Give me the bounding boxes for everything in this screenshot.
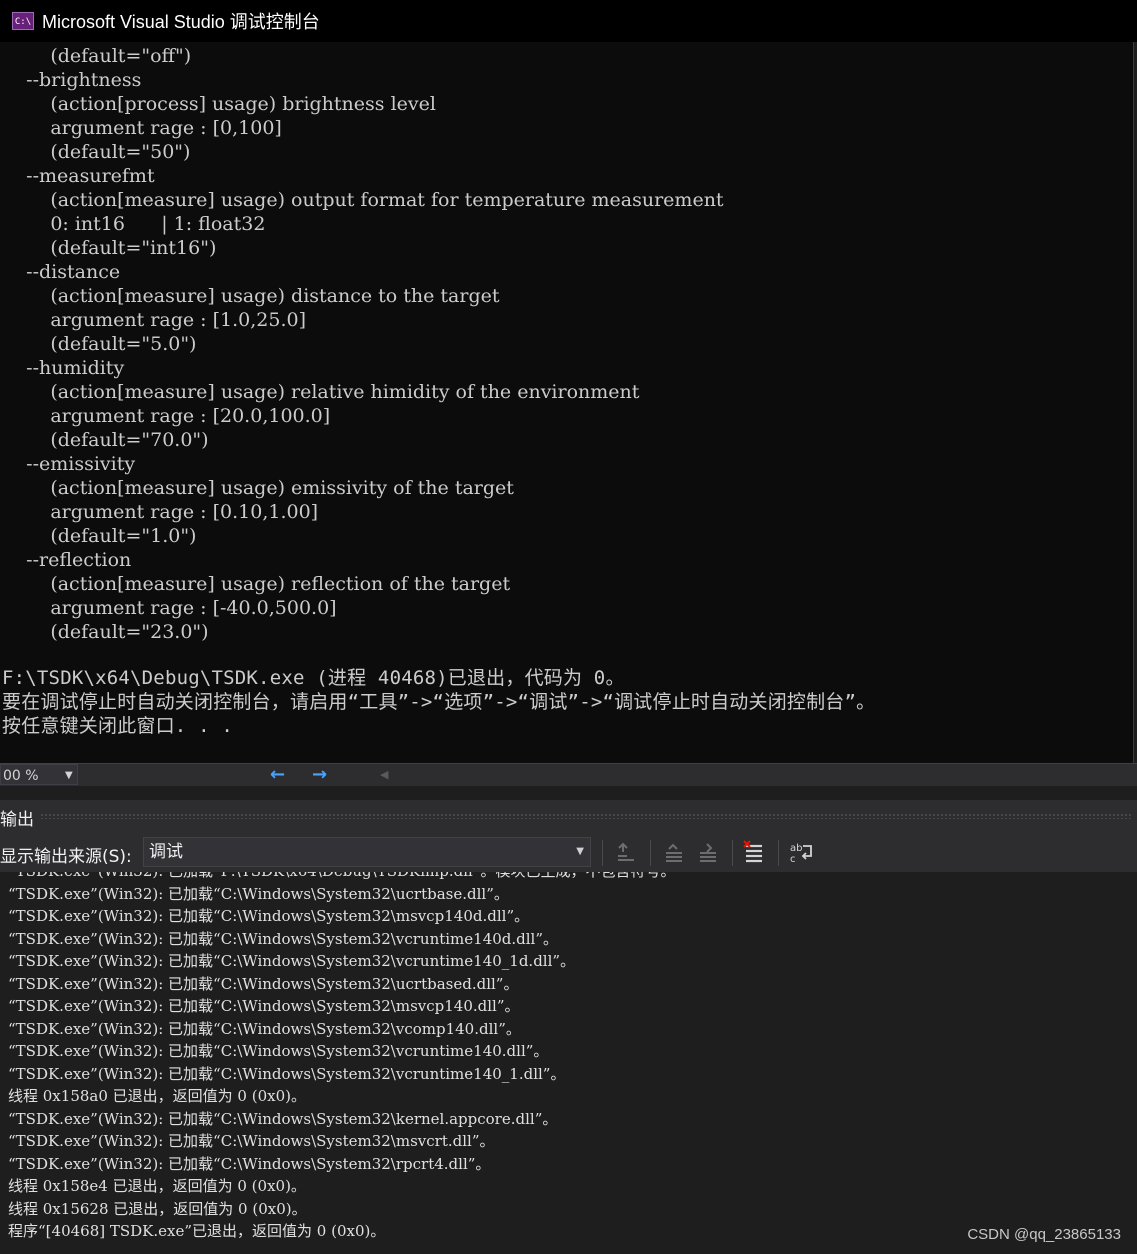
output-line: 程序“[40468] TSDK.exe”已退出，返回值为 0 (0x0)。 [8, 1222, 386, 1240]
clear-all-button[interactable] [740, 838, 768, 866]
next-message-button[interactable] [694, 838, 722, 866]
console-line: argument rage : [1.0,25.0] [2, 309, 306, 331]
toolbar-separator [650, 840, 651, 866]
word-wrap-icon: abc [790, 843, 812, 864]
panel-grip[interactable] [40, 813, 1133, 819]
output-line: “TSDK.exe”(Win32): 已加载“C:\Windows\System… [8, 1064, 566, 1083]
output-line: “TSDK.exe”(Win32): 已加载“C:\Windows\System… [8, 1042, 549, 1060]
chevron-down-icon: ▼ [576, 846, 584, 857]
console-hint-line: 要在调试停止时自动关闭控制台，请启用“工具”->“选项”->“调试”->“调试停… [2, 691, 876, 713]
output-line: “TSDK.exe”(Win32): 已加载“C:\Windows\System… [8, 907, 530, 925]
window-title: Microsoft Visual Studio 调试控制台 [42, 12, 320, 32]
console-line: (default="1.0") [2, 525, 197, 547]
error-count-button[interactable]: ✕ 0 [118, 764, 152, 827]
output-line: “TSDK.exe”(Win32): 已加载“C:\Windows\System… [8, 929, 559, 948]
toolbar-separator [602, 840, 603, 866]
arrow-right-icon[interactable]: → [312, 764, 327, 786]
output-line: “TSDK.exe”(Win32): 已加载“C:\Windows\System… [8, 974, 519, 993]
console-line: --emissivity [2, 453, 136, 475]
console-line: --distance [2, 261, 121, 283]
console-line: --reflection [2, 549, 132, 571]
output-line: “TSDK.exe”(Win32): 已加载“C:\Windows\System… [8, 952, 576, 970]
output-line: 线程 0x158a0 已退出，返回值为 0 (0x0)。 [8, 1087, 306, 1105]
output-line: “TSDK.exe”(Win32): 已加载“C:\Windows\System… [8, 884, 509, 903]
console-line: (default="23.0") [2, 621, 209, 643]
output-line: “TSDK.exe”(Win32): 已加载“C:\Windows\System… [8, 997, 520, 1015]
previous-message-button[interactable] [660, 838, 688, 866]
console-line: argument rage : [20.0,100.0] [2, 405, 331, 427]
output-line: “TSDK.exe”(Win32): 已加载“C:\Windows\System… [8, 1132, 495, 1150]
svg-text:ab: ab [790, 843, 802, 854]
output-toolbar: 显示输出来源(S): 调试 ▼ ab c [0, 832, 1137, 872]
console-line: (action[measure] usage) distance to the … [2, 285, 500, 307]
toolbar-separator [778, 840, 779, 866]
clear-all-icon [743, 840, 762, 863]
chevron-down-icon: ▼ [65, 770, 73, 781]
output-line: 线程 0x15628 已退出，返回值为 0 (0x0)。 [8, 1199, 307, 1218]
window-titlebar: C:\ Microsoft Visual Studio 调试控制台 [0, 0, 1137, 42]
source-select-value: 调试 [149, 842, 183, 862]
editor-statusbar: 00 % ▼ ✕ 0 4 ← → ◀ [0, 763, 1137, 827]
console-exit-line: F:\TSDK\x64\Debug\TSDK.exe (进程 40468)已退出… [2, 667, 625, 689]
output-line: “TSDK.exe”(Win32): 已加载“C:\Windows\System… [8, 1019, 521, 1038]
debug-console[interactable]: (default="off") --brightness (action[pro… [0, 42, 1133, 764]
output-line: “TSDK.exe”(Win32): 已加载“F:\TSDK\x64\Debug… [8, 872, 675, 882]
arrow-left-icon[interactable]: ← [270, 764, 285, 786]
zoom-dropdown[interactable]: 00 % ▼ [0, 764, 78, 785]
console-line: (default="5.0") [2, 333, 197, 355]
find-message-button[interactable] [612, 838, 640, 866]
console-line: (action[measure] usage) emissivity of th… [2, 477, 514, 499]
console-line: (action[measure] usage) relative himidit… [2, 381, 640, 403]
toolbar-separator [732, 840, 733, 866]
console-line: (default="70.0") [2, 429, 209, 451]
console-line: (action[process] usage) brightness level [2, 93, 436, 115]
console-line: --brightness [2, 69, 142, 91]
source-label: 显示输出来源(S): [0, 847, 132, 867]
console-line: (action[measure] usage) reflection of th… [2, 573, 511, 595]
console-line: --measurefmt [2, 165, 155, 187]
output-line: 线程 0x158e4 已退出，返回值为 0 (0x0)。 [8, 1177, 306, 1195]
scroll-left-icon[interactable]: ◀ [380, 764, 388, 786]
warning-count-button[interactable]: 4 [188, 764, 224, 827]
output-text-area[interactable]: “TSDK.exe”(Win32): 已加载“F:\TSDK\x64\Debug… [0, 872, 1137, 1254]
console-line: (default="off") [2, 45, 192, 67]
output-panel-title: 输出 [0, 810, 34, 830]
console-line: (default="50") [2, 141, 191, 163]
svg-text:c: c [790, 854, 796, 864]
output-line: “TSDK.exe”(Win32): 已加载“C:\Windows\System… [8, 1154, 491, 1173]
zoom-level: 00 % [3, 768, 39, 784]
panel-divider[interactable] [0, 786, 1137, 800]
console-line: argument rage : [0.10,1.00] [2, 501, 319, 523]
console-press-key-line: 按任意键关闭此窗口. . . [2, 715, 233, 737]
console-line: --humidity [2, 357, 125, 379]
output-panel-header: 输出 [0, 800, 1137, 832]
toggle-word-wrap-button[interactable]: ab c [788, 838, 816, 866]
console-line: (action[measure] usage) output format fo… [2, 189, 724, 211]
console-line: argument rage : [0,100] [2, 117, 282, 139]
console-line: 0: int16 | 1: float32 [2, 213, 266, 235]
console-scrollbar[interactable] [1133, 42, 1137, 764]
output-line: “TSDK.exe”(Win32): 已加载“C:\Windows\System… [8, 1109, 558, 1128]
vs-console-icon: C:\ [12, 12, 34, 30]
next-message-icon [700, 843, 716, 862]
console-line: argument rage : [-40.0,500.0] [2, 597, 337, 619]
source-select[interactable]: 调试 ▼ [143, 837, 591, 867]
previous-message-icon [666, 843, 682, 862]
find-message-icon [618, 842, 634, 861]
csdn-watermark: CSDN @qq_23865133 [967, 1226, 1121, 1243]
console-line: (default="int16") [2, 237, 217, 259]
